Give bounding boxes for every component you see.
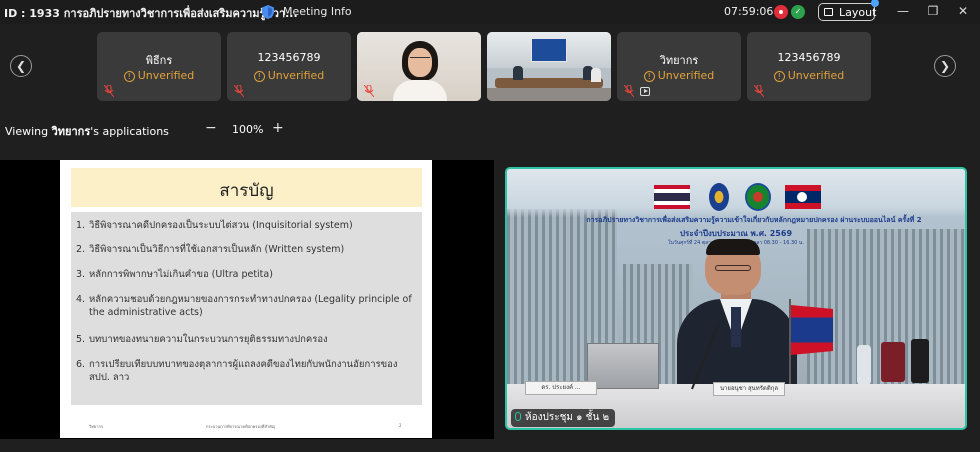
- participant-name: 123456789: [257, 51, 321, 64]
- warning-icon: !: [253, 71, 265, 82]
- slide-title-box: สารบัญ: [71, 168, 422, 207]
- verification-status: ! Unverified: [227, 69, 351, 82]
- warning-icon: !: [773, 71, 785, 82]
- verification-status: ! Unverified: [747, 69, 871, 82]
- table-of-contents: 1. วิธีพิจารณาคดีปกครองเป็นระบบไต่สวน (In…: [71, 212, 422, 405]
- notification-badge: [871, 0, 879, 7]
- close-icon[interactable]: ✕: [955, 3, 971, 19]
- minimize-icon[interactable]: —: [895, 3, 911, 19]
- emblem-logo: [745, 183, 771, 211]
- layout-label: Layout: [839, 6, 877, 19]
- verification-status: ! Unverified: [97, 69, 221, 82]
- restore-icon[interactable]: ❐: [925, 3, 941, 19]
- mic-muted-icon: [364, 85, 374, 97]
- active-speaker-video[interactable]: การอภิปรายทางวิชาการเพื่อส่งเสริมความรู้…: [505, 167, 967, 430]
- previous-page-button[interactable]: ❮: [10, 55, 32, 77]
- recording-icon[interactable]: [774, 5, 788, 19]
- meeting-id-title: ID : 1933 การอภิปรายทางวิชาการเพื่อส่งเส…: [4, 7, 298, 20]
- presentation-slide: สารบัญ 1. วิธีพิจารณาคดีปกครองเป็นระบบไต่…: [60, 160, 432, 438]
- participant-name: 123456789: [777, 51, 841, 64]
- slide-title: สารบัญ: [219, 181, 274, 201]
- emblem-logo: [709, 183, 729, 211]
- mic-muted-icon: [624, 85, 634, 97]
- participant-video-tile[interactable]: [487, 32, 611, 101]
- participant-tile[interactable]: 123456789 ! Unverified: [747, 32, 871, 101]
- mic-muted-icon: [104, 85, 114, 97]
- speaker-name-label: ห้องประชุม ๑ ชั้น ๒: [511, 409, 616, 427]
- participant-tile[interactable]: วิทยากร ! Unverified: [617, 32, 741, 101]
- banner-title: การอภิปรายทางวิชาการเพื่อส่งเสริมความรู้…: [586, 216, 922, 224]
- shield-icon[interactable]: [262, 5, 274, 19]
- verification-status: ! Unverified: [617, 69, 741, 82]
- nameplate: นายอนุชา สุนทรัตติกุล: [713, 382, 785, 396]
- laptop: [587, 343, 659, 389]
- mic-active-icon: [515, 412, 521, 421]
- participant-name: พิธีกร: [145, 54, 173, 67]
- layout-button[interactable]: Layout: [818, 0, 879, 21]
- thai-flag: [654, 185, 690, 209]
- nameplate: ดร. ประยงค์ ...: [525, 381, 597, 395]
- zoom-in-button[interactable]: +: [272, 120, 284, 136]
- zoom-out-button[interactable]: −: [205, 120, 217, 136]
- shared-screen[interactable]: สารบัญ 1. วิธีพิจารณาคดีปกครองเป็นระบบไต่…: [0, 160, 494, 439]
- mic-muted-icon: [234, 85, 244, 97]
- slide-footer-center: กระบวนการพิจารณาคดีปกครองที่สำคัญ: [206, 424, 276, 429]
- warning-icon: !: [643, 71, 655, 82]
- slide-footer-left: วิทยากร: [89, 424, 104, 429]
- participant-tile[interactable]: พิธีกร ! Unverified: [97, 32, 221, 101]
- next-page-button[interactable]: ❯: [934, 55, 956, 77]
- participant-name: วิทยากร: [659, 54, 699, 67]
- meeting-info-button[interactable]: Meeting Info: [283, 5, 352, 18]
- lao-flag: [785, 185, 821, 209]
- desk-flag: [791, 305, 833, 355]
- mic-muted-icon: [754, 85, 764, 97]
- encryption-icon[interactable]: ✓: [791, 5, 805, 19]
- zoom-level: 100%: [232, 123, 264, 136]
- screen-share-icon: [640, 87, 650, 96]
- layout-icon: [824, 8, 833, 16]
- participant-tile[interactable]: 123456789 ! Unverified: [227, 32, 351, 101]
- title-bar: ID : 1933 การอภิปรายทางวิชาการเพื่อส่งเส…: [0, 0, 980, 24]
- viewing-label: Viewing วิทยากร's applications: [5, 125, 169, 138]
- meeting-timer: 07:59:06: [724, 5, 774, 18]
- presenter-name: วิทยากร: [51, 125, 91, 138]
- slide-page-number: 2: [399, 423, 402, 428]
- participant-video-tile[interactable]: [357, 32, 481, 101]
- warning-icon: !: [123, 71, 135, 82]
